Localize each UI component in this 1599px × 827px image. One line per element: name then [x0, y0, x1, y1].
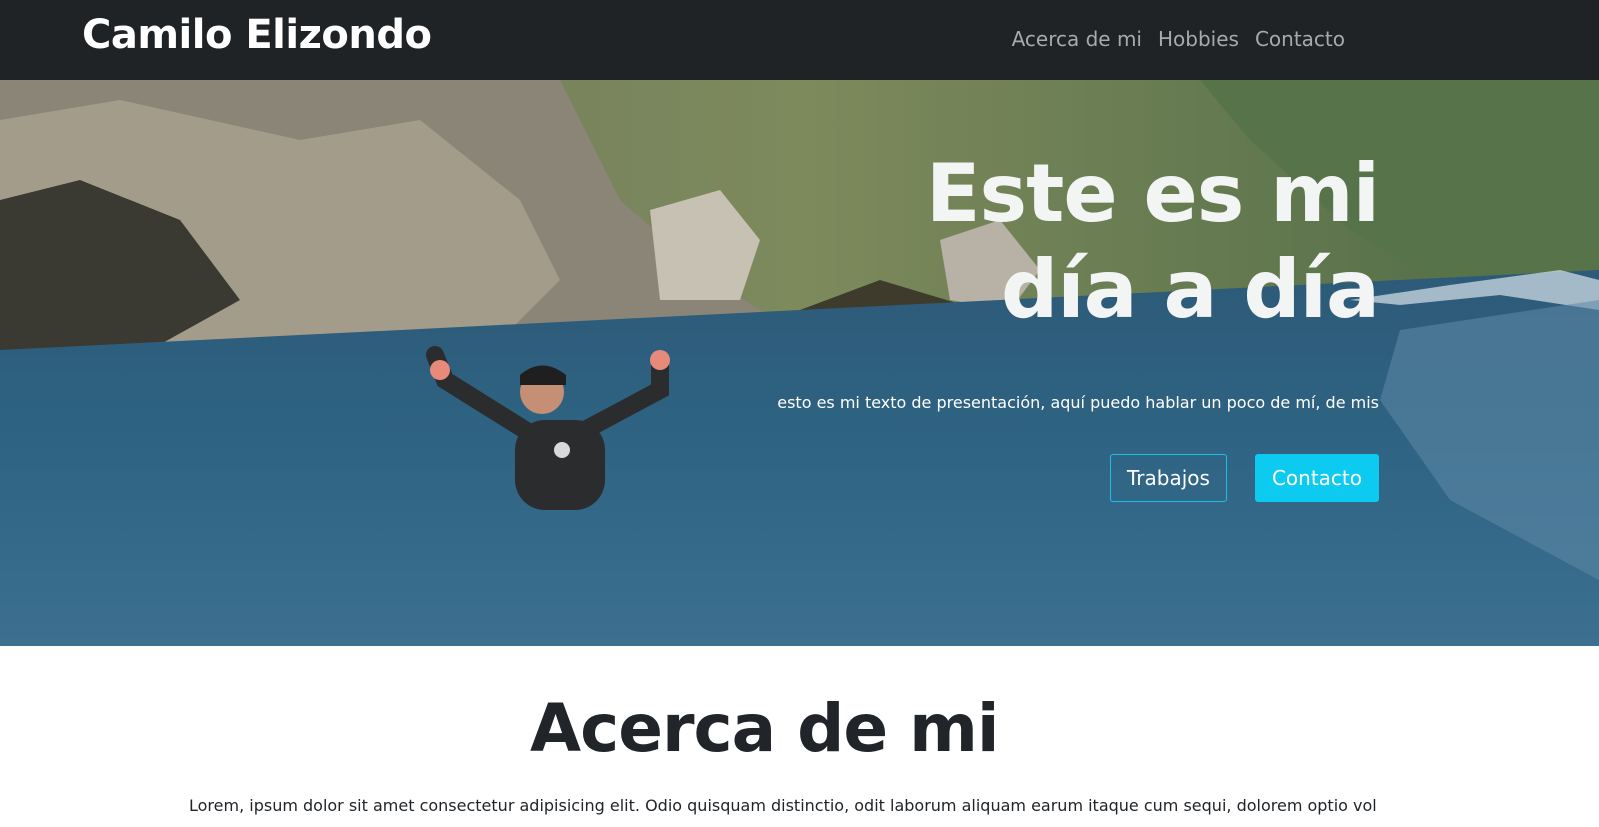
hero-subtitle: esto es mi texto de presentación, aquí p…: [777, 393, 1379, 412]
navbar: Camilo Elizondo Acerca de mi Hobbies Con…: [0, 0, 1599, 80]
about-paragraph: Lorem, ipsum dolor sit amet consectetur …: [189, 796, 1377, 815]
hero-title-line-2: día a día: [1000, 243, 1380, 336]
nav-link-hobbies[interactable]: Hobbies: [1158, 26, 1239, 52]
contacto-button[interactable]: Contacto: [1254, 454, 1379, 502]
nav-links: Acerca de mi Hobbies Contacto: [1012, 26, 1345, 52]
nav-link-contacto[interactable]: Contacto: [1255, 26, 1345, 52]
hero-buttons: Trabajos Contacto: [1110, 454, 1379, 502]
site-brand[interactable]: Camilo Elizondo: [82, 12, 432, 58]
trabajos-button[interactable]: Trabajos: [1110, 454, 1227, 502]
about-title: Acerca de mi: [530, 690, 1000, 767]
hero-section: Este es mi día a día esto es mi texto de…: [0, 80, 1599, 646]
nav-link-acerca[interactable]: Acerca de mi: [1012, 26, 1142, 52]
hero-text-block: Este es mi día a día esto es mi texto de…: [679, 146, 1380, 414]
hero-title: Este es mi día a día: [679, 146, 1380, 338]
hero-title-line-1: Este es mi: [925, 147, 1380, 240]
